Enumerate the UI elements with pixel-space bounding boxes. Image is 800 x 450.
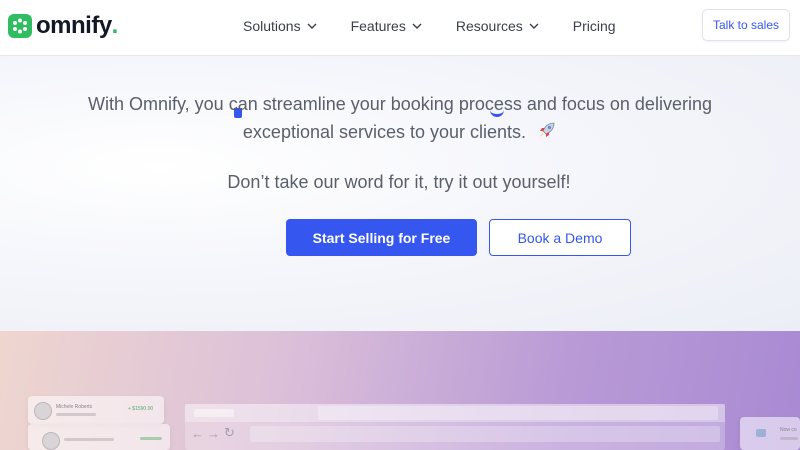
talk-to-sales-button[interactable]: Talk to sales	[702, 9, 790, 41]
preview-card-name: Michele Roberts	[56, 404, 93, 410]
nav-item-label: Pricing	[572, 18, 616, 34]
preview-customer-card	[28, 424, 170, 450]
site-header: omnify. Solutions Features Resources Pri…	[0, 0, 800, 56]
preview-card-subline	[64, 438, 114, 441]
avatar	[34, 402, 52, 420]
rocket-icon	[540, 122, 555, 137]
logo-text: omnify	[36, 12, 112, 39]
hero-subtitle: With Omnify, you can streamline your boo…	[0, 90, 800, 146]
nav-item-resources[interactable]: Resources	[456, 18, 539, 34]
preview-card-amount: + $1590.00	[128, 406, 154, 412]
preview-browser-tab	[194, 409, 234, 417]
nav-item-features[interactable]: Features	[351, 18, 422, 34]
chevron-down-icon	[307, 23, 317, 29]
preview-side-subline	[780, 437, 798, 440]
hero-subtitle-line2: exceptional services to your clients.	[242, 122, 527, 142]
back-arrow-icon: ←	[191, 426, 204, 441]
omnify-logo-icon	[8, 14, 32, 38]
avatar	[42, 432, 60, 450]
main-nav: Solutions Features Resources Pricing	[243, 0, 650, 52]
nav-item-pricing[interactable]: Pricing	[573, 18, 616, 34]
chat-bubble-icon	[756, 429, 766, 437]
preview-address-bar	[318, 406, 718, 420]
nav-item-label: Features	[350, 18, 406, 34]
nav-item-label: Resources	[455, 18, 523, 34]
hero-subtitle-line1: With Omnify, you can streamline your boo…	[88, 94, 712, 114]
book-demo-button[interactable]: Book a Demo	[489, 219, 631, 256]
logo-dot: .	[111, 12, 119, 39]
nav-item-label: Solutions	[243, 18, 301, 34]
refresh-icon: ↻	[224, 425, 235, 440]
preview-side-label: Now co	[780, 427, 797, 433]
preview-side-card: Now co	[740, 417, 800, 450]
forward-arrow-icon: →	[207, 426, 220, 441]
preview-address-bar	[250, 426, 720, 442]
hero-subtitle-line2-wrap: exceptional services to your clients.	[0, 118, 800, 146]
preview-card-amount-bar	[140, 437, 162, 440]
hero-tagline: Don’t take our word for it, try it out y…	[227, 172, 571, 192]
nav-item-solutions[interactable]: Solutions	[243, 18, 317, 34]
chevron-down-icon	[412, 23, 422, 29]
start-selling-button[interactable]: Start Selling for Free	[286, 219, 477, 256]
chevron-down-icon	[529, 23, 539, 29]
preview-card-subline	[56, 413, 96, 416]
preview-customer-card: Michele Roberts + $1590.00	[28, 396, 164, 424]
logo[interactable]: omnify.	[8, 12, 118, 40]
